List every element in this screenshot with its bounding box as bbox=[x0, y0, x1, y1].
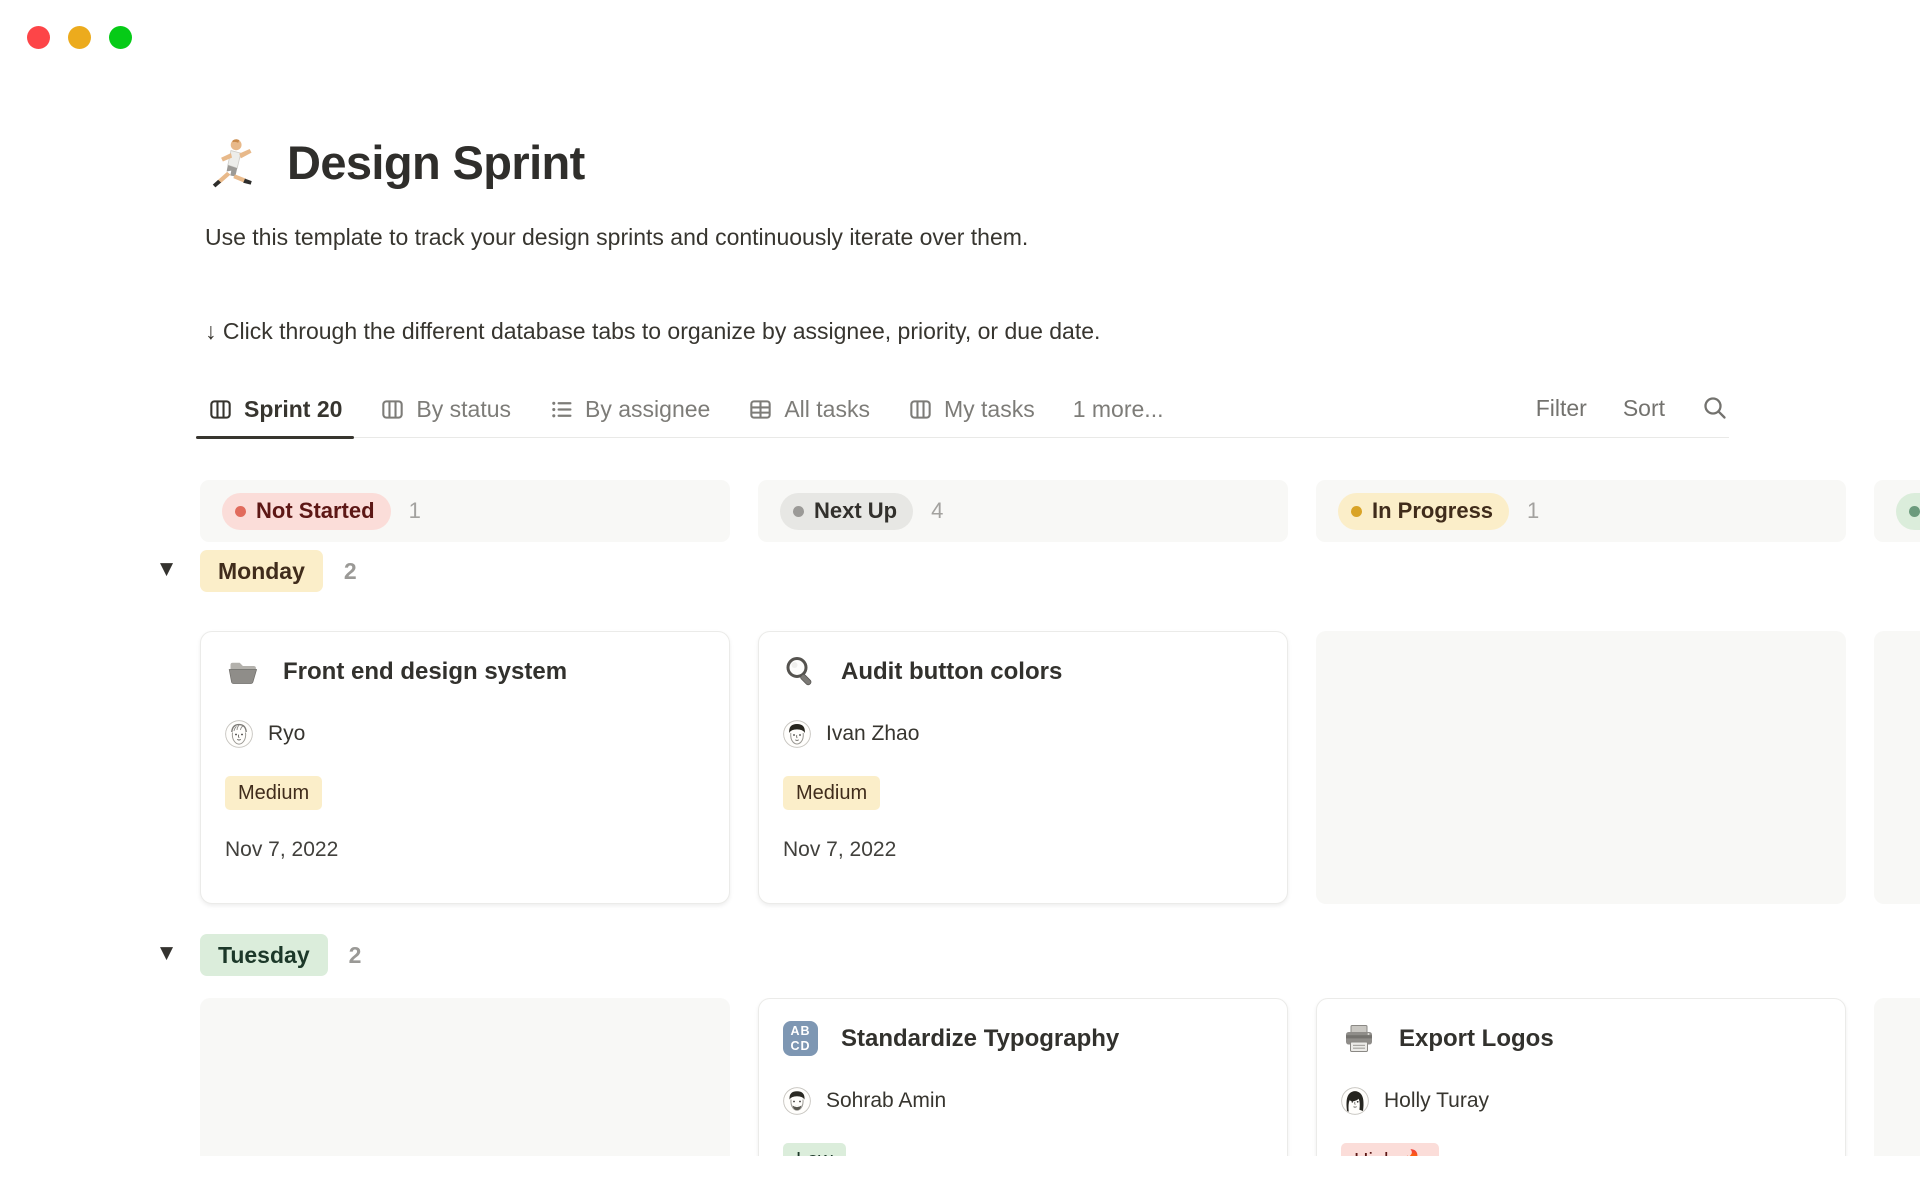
minimize-button[interactable] bbox=[68, 26, 91, 49]
folder-icon bbox=[225, 654, 261, 690]
view-tabs: Sprint 20 By status By assignee All task… bbox=[196, 396, 1175, 437]
assignee-name: Sohrab Amin bbox=[826, 1089, 946, 1113]
task-title: Front end design system bbox=[283, 654, 567, 690]
status-dot-icon bbox=[235, 506, 246, 517]
group-pill-monday[interactable]: Monday bbox=[200, 550, 323, 592]
window-controls bbox=[27, 26, 132, 49]
more-views-button[interactable]: 1 more... bbox=[1061, 396, 1176, 437]
status-pill-next-up[interactable]: Next Up bbox=[780, 493, 913, 530]
tab-label: My tasks bbox=[944, 396, 1035, 423]
column-count: 1 bbox=[1527, 498, 1539, 524]
view-toolbar: Sprint 20 By status By assignee All task… bbox=[196, 394, 1729, 438]
status-label: Next Up bbox=[814, 498, 897, 524]
tab-my-tasks[interactable]: My tasks bbox=[896, 396, 1047, 437]
column-header-row: Not Started 1 Next Up 4 In Progress 1 bbox=[200, 480, 1920, 542]
group-pill-tuesday[interactable]: Tuesday bbox=[200, 934, 328, 976]
column-header-done-partial bbox=[1874, 480, 1920, 542]
column-count: 4 bbox=[931, 498, 943, 524]
printer-icon bbox=[1341, 1021, 1377, 1057]
table-icon bbox=[748, 397, 773, 422]
list-icon bbox=[549, 397, 574, 422]
status-pill-in-progress[interactable]: In Progress bbox=[1338, 493, 1509, 530]
column-header-next-up: Next Up 4 bbox=[758, 480, 1288, 542]
task-title: Standardize Typography bbox=[841, 1021, 1119, 1057]
abcd-bottom: CD bbox=[790, 1039, 810, 1053]
column-header-not-started: Not Started 1 bbox=[200, 480, 730, 542]
filter-button[interactable]: Filter bbox=[1536, 395, 1587, 422]
board-icon bbox=[208, 397, 233, 422]
cards-row-tuesday: AB CD Standardize Typography bbox=[200, 998, 1920, 1156]
priority-badge: Low bbox=[783, 1143, 846, 1156]
task-title: Export Logos bbox=[1399, 1021, 1554, 1057]
avatar-ryo bbox=[225, 720, 253, 748]
status-label: Not Started bbox=[256, 498, 375, 524]
abcd-top: AB bbox=[790, 1024, 810, 1038]
group-count: 2 bbox=[344, 558, 357, 585]
tab-label: All tasks bbox=[784, 396, 870, 423]
avatar-sohrab-amin bbox=[783, 1087, 811, 1115]
assignee-row: Ryo bbox=[225, 720, 705, 748]
runner-emoji-icon bbox=[205, 136, 259, 190]
zoom-button[interactable] bbox=[109, 26, 132, 49]
tab-by-assignee[interactable]: By assignee bbox=[537, 396, 722, 437]
status-dot-icon bbox=[1351, 506, 1362, 517]
task-card-audit-button-colors[interactable]: Audit button colors Ivan Zhao Medium N bbox=[758, 631, 1288, 904]
avatar-holly-turay bbox=[1341, 1087, 1369, 1115]
board-icon bbox=[380, 397, 405, 422]
empty-column-placeholder bbox=[1874, 631, 1920, 904]
task-card-export-logos[interactable]: Export Logos Holly Turay High 🔥 bbox=[1316, 998, 1846, 1156]
board-icon bbox=[908, 397, 933, 422]
page-instruction: ↓ Click through the different database t… bbox=[205, 316, 1920, 346]
tab-label: 1 more... bbox=[1073, 396, 1164, 423]
magnifier-emoji-icon bbox=[783, 654, 819, 690]
avatar-ivan-zhao bbox=[783, 720, 811, 748]
page-description: Use this template to track your design s… bbox=[205, 222, 1920, 252]
toolbar-actions: Filter Sort bbox=[1536, 394, 1729, 437]
kanban-board: Not Started 1 Next Up 4 In Progress 1 bbox=[200, 480, 1920, 1156]
sort-button[interactable]: Sort bbox=[1623, 395, 1665, 422]
column-count: 1 bbox=[409, 498, 421, 524]
status-pill-not-started[interactable]: Not Started bbox=[222, 493, 391, 530]
priority-badge: High 🔥 bbox=[1341, 1143, 1439, 1156]
cards-row-monday: Front end design system Ryo Medium bbox=[200, 631, 1920, 904]
due-date: Nov 7, 2022 bbox=[783, 838, 1263, 862]
group-header-tuesday: ▼ Tuesday 2 bbox=[160, 934, 1920, 976]
group-count: 2 bbox=[349, 942, 362, 969]
priority-badge: Medium bbox=[783, 776, 880, 810]
task-title: Audit button colors bbox=[841, 654, 1062, 690]
task-card-front-end-design-system[interactable]: Front end design system Ryo Medium bbox=[200, 631, 730, 904]
page-title: Design Sprint bbox=[287, 134, 585, 192]
tab-by-status[interactable]: By status bbox=[368, 396, 523, 437]
abcd-icon: AB CD bbox=[783, 1021, 819, 1057]
collapse-triangle-icon[interactable]: ▼ bbox=[160, 943, 200, 967]
status-pill-green[interactable] bbox=[1896, 493, 1920, 530]
due-date: Nov 7, 2022 bbox=[225, 838, 705, 862]
column-header-in-progress: In Progress 1 bbox=[1316, 480, 1846, 542]
tab-all-tasks[interactable]: All tasks bbox=[736, 396, 882, 437]
assignee-row: Sohrab Amin bbox=[783, 1087, 1263, 1115]
empty-column-placeholder bbox=[1874, 998, 1920, 1156]
group-header-monday: ▼ Monday 2 bbox=[160, 550, 1920, 592]
empty-column-placeholder bbox=[200, 998, 730, 1156]
empty-column-placeholder bbox=[1316, 631, 1846, 904]
close-button[interactable] bbox=[27, 26, 50, 49]
assignee-name: Holly Turay bbox=[1384, 1089, 1489, 1113]
tab-sprint-20[interactable]: Sprint 20 bbox=[196, 396, 354, 437]
tab-label: By status bbox=[416, 396, 511, 423]
status-dot-icon bbox=[1909, 506, 1920, 517]
page-header: Design Sprint Use this template to track… bbox=[0, 0, 1920, 346]
assignee-row: Ivan Zhao bbox=[783, 720, 1263, 748]
assignee-name: Ryo bbox=[268, 722, 305, 746]
collapse-triangle-icon[interactable]: ▼ bbox=[160, 559, 200, 583]
tab-label: By assignee bbox=[585, 396, 710, 423]
status-dot-icon bbox=[793, 506, 804, 517]
assignee-row: Holly Turay bbox=[1341, 1087, 1821, 1115]
magnifier-icon bbox=[1701, 394, 1729, 422]
status-label: In Progress bbox=[1372, 498, 1493, 524]
search-button[interactable] bbox=[1701, 394, 1729, 422]
task-card-standardize-typography[interactable]: AB CD Standardize Typography bbox=[758, 998, 1288, 1156]
assignee-name: Ivan Zhao bbox=[826, 722, 919, 746]
tab-label: Sprint 20 bbox=[244, 396, 342, 423]
priority-badge: Medium bbox=[225, 776, 322, 810]
